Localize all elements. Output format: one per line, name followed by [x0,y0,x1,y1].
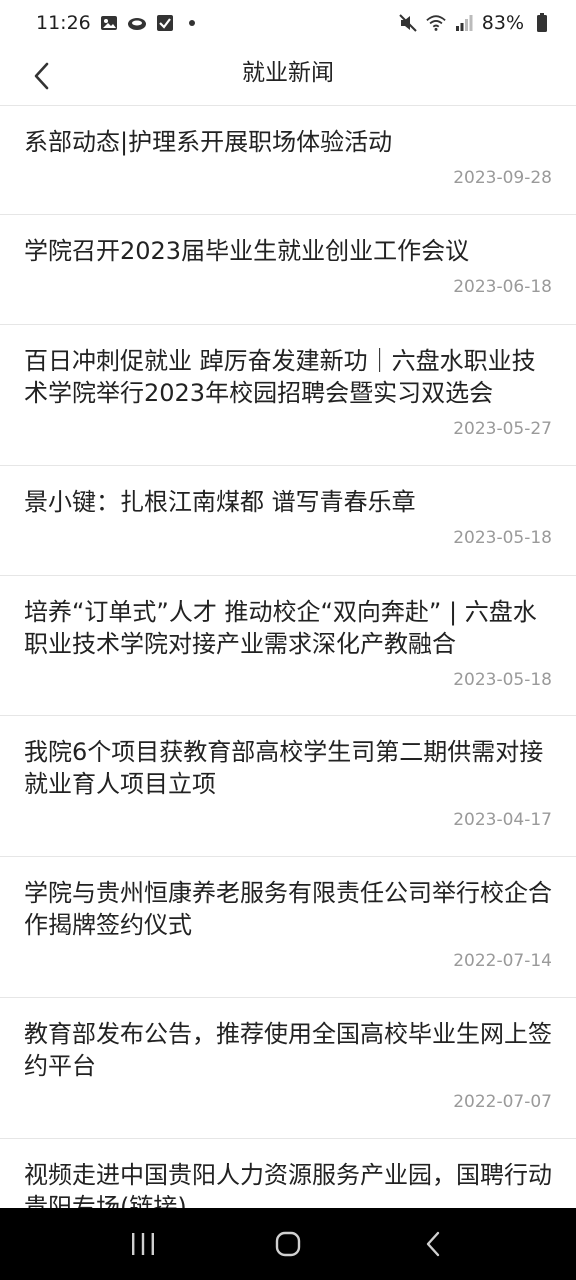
battery-icon [532,13,552,33]
news-title: 我院6个项目获教育部高校学生司第二期供需对接就业育人项目立项 [24,738,544,798]
news-title: 视频走进中国贵阳人力资源服务产业园，国聘行动贵阳专场(链接) [24,1161,552,1208]
home-icon [275,1231,301,1257]
news-date: 2022-07-07 [453,1092,552,1112]
news-title: 学院与贵州恒康养老服务有限责任公司举行校企合作揭牌签约仪式 [24,879,552,939]
news-title: 培养“订单式”人才 推动校企“双向奔赴” | 六盘水职业技术学院对接产业需求深化… [24,598,537,658]
screen: 11:26 83% 就业新闻 系部动态|护理系开展职场体验活动 2023-09-… [0,0,576,1280]
news-item[interactable]: 教育部发布公告，推荐使用全国高校毕业生网上签约平台 2022-07-07 [0,998,576,1139]
wifi-icon [426,13,446,33]
news-item[interactable]: 培养“订单式”人才 推动校企“双向奔赴” | 六盘水职业技术学院对接产业需求深化… [0,576,576,716]
news-title: 教育部发布公告，推荐使用全国高校毕业生网上签约平台 [24,1020,552,1080]
news-title: 系部动态|护理系开展职场体验活动 [24,128,393,156]
news-date: 2023-05-18 [453,528,552,548]
back-icon [427,1231,440,1257]
news-date: 2023-04-17 [453,810,552,830]
recent-apps-button[interactable] [113,1214,173,1274]
news-title: 学院召开2023届毕业生就业创业工作会议 [24,237,470,265]
news-item[interactable]: 学院召开2023届毕业生就业创业工作会议 2023-06-18 [0,215,576,325]
recent-apps-icon [131,1233,154,1255]
news-item[interactable]: 我院6个项目获教育部高校学生司第二期供需对接就业育人项目立项 2023-04-1… [0,716,576,857]
news-date: 2023-05-18 [453,670,552,690]
navigation-bar [0,1208,576,1280]
page-title: 就业新闻 [242,60,334,86]
home-button[interactable] [258,1214,318,1274]
news-date: 2023-06-18 [453,277,552,297]
status-time: 11:26 [36,12,91,34]
cloud-icon [127,13,147,33]
battery-percent: 83% [481,12,524,34]
news-item[interactable]: 系部动态|护理系开展职场体验活动 2023-09-28 [0,106,576,215]
news-list[interactable]: 系部动态|护理系开展职场体验活动 2023-09-28 学院召开2023届毕业生… [0,106,576,1208]
app-bar: 就业新闻 [0,46,576,106]
status-bar: 11:26 83% [0,0,576,46]
gallery-icon [99,13,119,33]
checkbox-icon [155,13,175,33]
mute-icon [398,13,418,33]
nav-back-button[interactable] [403,1214,463,1274]
status-left: 11:26 [36,12,195,34]
notification-dot-icon [188,20,195,26]
news-title: 景小键：扎根江南煤都 谱写青春乐章 [24,488,416,516]
news-date: 2023-09-28 [453,168,552,188]
status-right: 83% [398,12,552,34]
news-date: 2023-05-27 [453,419,552,439]
news-item[interactable]: 景小键：扎根江南煤都 谱写青春乐章 2023-05-18 [0,466,576,576]
signal-icon [454,13,474,33]
news-item[interactable]: 视频走进中国贵阳人力资源服务产业园，国聘行动贵阳专场(链接) [0,1139,576,1208]
news-item[interactable]: 学院与贵州恒康养老服务有限责任公司举行校企合作揭牌签约仪式 2022-07-14 [0,857,576,998]
news-date: 2022-07-14 [453,951,552,971]
news-title: 百日冲刺促就业 踔厉奋发建新功｜六盘水职业技术学院举行2023年校园招聘会暨实习… [24,347,536,407]
news-item[interactable]: 百日冲刺促就业 踔厉奋发建新功｜六盘水职业技术学院举行2023年校园招聘会暨实习… [0,325,576,466]
